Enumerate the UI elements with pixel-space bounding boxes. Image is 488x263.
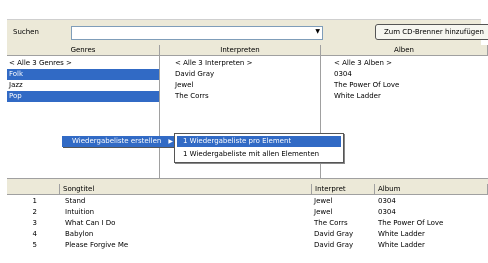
column-header-album[interactable]: Album: [375, 184, 488, 194]
pane-divider[interactable]: [159, 56, 160, 178]
song-title: Intuition: [65, 208, 95, 216]
column-header-number[interactable]: [7, 184, 60, 194]
song-artist: David Gray: [314, 241, 354, 249]
row-number: 3: [32, 219, 37, 227]
artist-item[interactable]: David Gray: [173, 69, 319, 80]
song-album: White Ladder: [378, 230, 425, 238]
album-item[interactable]: 0304: [332, 69, 487, 80]
genres-list: < Alle 3 Genres > Folk Jazz Pop: [7, 58, 159, 102]
table-row[interactable]: 5 Please Forgive Me David Gray White Lad…: [7, 240, 488, 251]
row-number: 4: [32, 230, 37, 238]
album-item-all[interactable]: < Alle 3 Alben >: [332, 58, 487, 69]
table-row[interactable]: 2 Intuition Jewel 0304: [7, 207, 488, 218]
genre-item-folk[interactable]: Folk: [7, 69, 159, 80]
artist-item[interactable]: Jewel: [173, 80, 319, 91]
playlist-submenu: 1 Wiedergabeliste pro Element 1 Wiederga…: [174, 133, 344, 163]
artists-list: < Alle 3 Interpreten > David Gray Jewel …: [173, 58, 319, 102]
genre-item-pop[interactable]: Pop: [7, 91, 159, 102]
artists-header[interactable]: Interpreten: [160, 45, 321, 56]
song-album: 0304: [378, 208, 396, 216]
song-title: Stand: [65, 197, 86, 205]
song-album: The Power Of Love: [378, 219, 444, 227]
row-number: 5: [32, 241, 37, 249]
row-number: 2: [32, 208, 37, 216]
submenu-item-all-elements[interactable]: 1 Wiedergabeliste mit allen Elementen: [177, 149, 341, 160]
context-menu-create-playlist[interactable]: Wiedergabeliste erstellen ▶: [62, 136, 176, 147]
album-item[interactable]: White Ladder: [332, 91, 487, 102]
submenu-arrow-icon: ▶: [168, 138, 173, 145]
song-artist: The Corrs: [314, 219, 348, 227]
song-title: Please Forgive Me: [65, 241, 129, 249]
song-artist: David Gray: [314, 230, 354, 238]
dropdown-arrow-icon[interactable]: ▼: [315, 28, 320, 35]
genre-item-jazz[interactable]: Jazz: [7, 80, 159, 91]
column-header-artist[interactable]: Interpret: [312, 184, 375, 194]
song-album: 0304: [378, 197, 396, 205]
song-album: White Ladder: [378, 241, 425, 249]
column-header-title[interactable]: Songtitel: [60, 184, 312, 194]
song-title: Babylon: [65, 230, 94, 238]
genres-header[interactable]: Genres: [7, 45, 160, 56]
song-artist: Jewel: [314, 197, 333, 205]
albums-header[interactable]: Alben: [321, 45, 488, 56]
artist-item[interactable]: The Corrs: [173, 91, 319, 102]
table-row[interactable]: 1 Stand Jewel 0304: [7, 196, 488, 207]
search-bar: Suchen ▼ Zum CD-Brenner hinzufügen: [7, 19, 488, 46]
search-input[interactable]: ▼: [71, 26, 323, 40]
context-menu-label: Wiedergabeliste erstellen: [72, 137, 162, 145]
table-row[interactable]: 3 What Can I Do The Corrs The Power Of L…: [7, 218, 488, 229]
album-item[interactable]: The Power Of Love: [332, 80, 487, 91]
albums-list: < Alle 3 Alben > 0304 The Power Of Love …: [332, 58, 487, 102]
song-table-header: Songtitel Interpret Album: [7, 184, 488, 195]
song-artist: Jewel: [314, 208, 333, 216]
row-number: 1: [32, 197, 37, 205]
genre-item-all[interactable]: < Alle 3 Genres >: [7, 58, 159, 69]
song-table: Songtitel Interpret Album 1 Stand Jewel …: [7, 184, 488, 263]
artist-item-all[interactable]: < Alle 3 Interpreten >: [173, 58, 319, 69]
table-row[interactable]: 4 Babylon David Gray White Ladder: [7, 229, 488, 240]
song-title: What Can I Do: [65, 219, 116, 227]
add-to-cd-burner-button[interactable]: Zum CD-Brenner hinzufügen: [375, 24, 488, 40]
submenu-item-per-element[interactable]: 1 Wiedergabeliste pro Element: [177, 136, 341, 147]
search-label: Suchen: [13, 28, 39, 36]
